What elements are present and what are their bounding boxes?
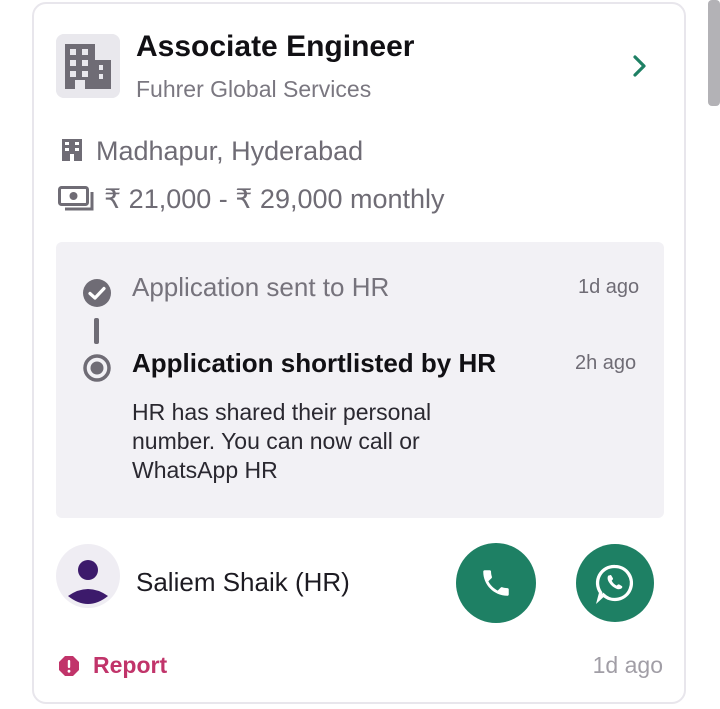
posted-time: 1d ago [592,652,663,678]
office-building-icon [62,139,82,161]
call-button[interactable] [456,543,536,623]
timeline-step-shortlisted: Application shortlisted by HR [132,348,497,378]
job-title: Associate Engineer [136,30,415,63]
check-circle-icon [83,279,111,307]
job-location: Madhapur, Hyderabad [96,136,364,166]
radio-current-icon [83,354,111,382]
scrollbar[interactable] [708,0,720,106]
avatar-icon [56,544,120,608]
whatsapp-icon [595,564,634,605]
timeline-step-sent: Application sent to HR [132,272,390,302]
timeline-description: HR has shared their personal number. You… [132,399,432,483]
whatsapp-button[interactable] [576,544,654,622]
timeline-step-sent-time: 1d ago [578,276,640,298]
alert-octagon-icon [59,656,79,676]
cash-icon [58,186,94,211]
timeline-connector [94,318,99,344]
timeline-step-shortlisted-time: 2h ago [575,352,637,374]
report-button[interactable]: Report [93,652,167,679]
hr-contact-name: Saliem Shaik (HR) [136,567,350,597]
chevron-right-icon[interactable] [626,52,654,80]
job-salary: ₹ 21,000 - ₹ 29,000 monthly [104,184,445,214]
company-name: Fuhrer Global Services [136,76,372,102]
phone-icon [483,570,509,596]
building-icon [56,34,120,98]
